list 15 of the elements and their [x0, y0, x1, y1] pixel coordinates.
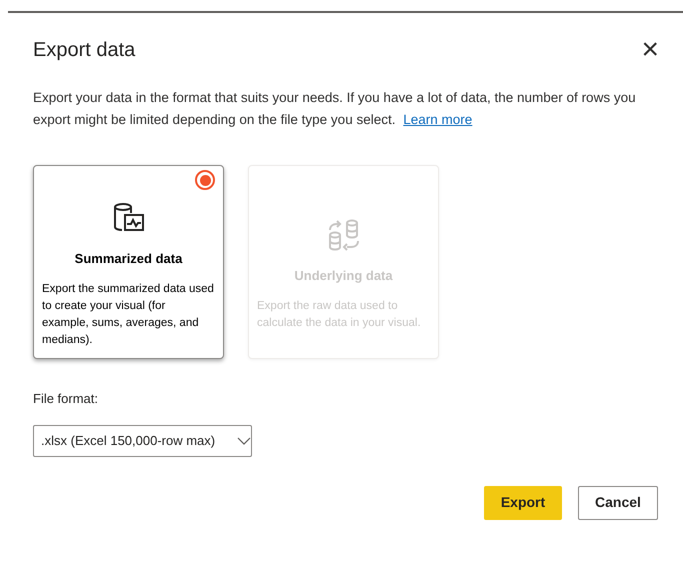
radio-button[interactable] — [195, 170, 215, 190]
file-format-dropdown[interactable]: .xlsx (Excel 150,000-row max) — [33, 424, 252, 456]
chevron-down-icon — [237, 436, 251, 444]
learn-more-link[interactable]: Learn more — [403, 112, 472, 127]
field-label: File format: — [33, 390, 100, 408]
option-description: Export the raw data used to calculate the data in your visual. — [256, 299, 422, 332]
close-button[interactable]: × — [641, 35, 659, 65]
export-button[interactable]: Export — [484, 486, 562, 520]
option-description: Export the summarized data used to create your visual (for example, sums, averages, and medians). — [41, 282, 215, 348]
dialog-title: Export data — [33, 38, 136, 62]
option-title: Underlying data — [293, 266, 394, 285]
option-card[interactable]: Summarized data Export the summarized data used to create your visual (for example, sums, averages, and medians). — [33, 165, 224, 359]
cancel-button[interactable]: Cancel — [578, 486, 658, 520]
option-title: Summarized data — [74, 250, 184, 268]
description-text: Export your data in the format that suits your needs. If you have a lot of data, the number of rows you export might be limited depending on the file type you select. Learn more — [33, 89, 637, 129]
